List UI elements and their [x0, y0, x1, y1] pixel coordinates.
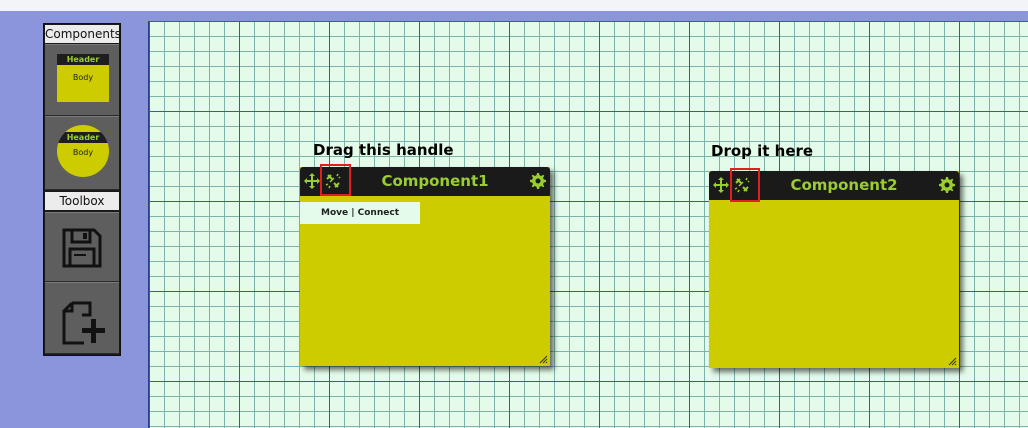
new-page-icon — [62, 301, 105, 345]
move-connect-tooltip: Move | Connect — [300, 202, 420, 224]
gear-icon[interactable] — [530, 173, 546, 189]
circle-preview-body: Body — [72, 148, 94, 157]
resize-handle-icon[interactable] — [539, 355, 548, 364]
rect-preview-header: Header — [57, 54, 109, 65]
new-page-tool[interactable] — [45, 282, 119, 354]
circle-component-preview: Header Body — [57, 125, 109, 177]
circle-preview-header: Header — [57, 132, 109, 143]
component-1-title: Component1 — [381, 172, 489, 190]
rect-preview-body: Body — [72, 73, 94, 82]
save-icon — [62, 228, 102, 268]
component-1[interactable]: Component1 Move | Connect — [300, 164, 550, 366]
move-icon[interactable] — [304, 173, 320, 189]
rect-component-preview: Header Body — [57, 54, 109, 102]
top-strip — [0, 0, 1028, 11]
component-2-title: Component2 — [790, 176, 898, 194]
drop-target-highlight — [730, 168, 760, 202]
save-tool[interactable] — [45, 212, 119, 282]
circle-component-tile[interactable]: Header Body — [45, 116, 119, 190]
connect-handle-highlight — [320, 164, 351, 196]
drop-hint-label: Drop it here — [711, 142, 814, 160]
component-2[interactable]: Component2 — [709, 168, 959, 368]
gear-icon[interactable] — [939, 177, 955, 193]
drag-hint-label: Drag this handle — [313, 141, 454, 159]
resize-handle-icon[interactable] — [948, 357, 957, 366]
components-title: Components — [45, 25, 121, 43]
toolbox-title: Toolbox — [45, 192, 119, 210]
move-icon[interactable] — [713, 177, 729, 193]
sidebar-palette: Components Header Body Header Body Toolb… — [43, 23, 121, 356]
rect-component-tile[interactable]: Header Body — [45, 44, 119, 116]
